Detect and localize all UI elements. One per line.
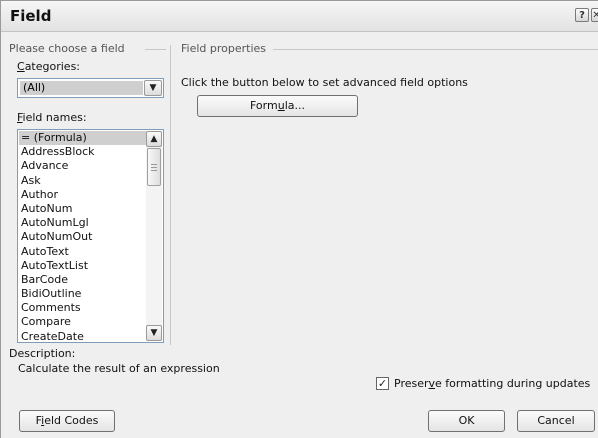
chevron-down-icon[interactable]: ▼ — [144, 80, 162, 96]
field-names-list[interactable]: = (Formula) AddressBlock Advance Ask Author A… — [17, 129, 164, 343]
list-item[interactable]: AutoText — [19, 245, 146, 259]
list-item[interactable]: AutoNum — [19, 202, 146, 216]
field-dialog: Field ? ✕ Please choose a field Categori… — [0, 0, 598, 438]
field-names-scrollbar[interactable]: ▲ ▼ — [146, 131, 162, 341]
list-item[interactable]: CreateDate — [19, 330, 146, 342]
ok-button[interactable]: OK — [428, 410, 505, 432]
categories-dropdown[interactable]: (All) ▼ — [17, 78, 164, 98]
arrow-down-icon[interactable]: ▼ — [146, 325, 162, 341]
description-label: Description: — [9, 347, 76, 360]
list-item[interactable]: = (Formula) — [19, 131, 146, 146]
formula-button[interactable]: Formula... — [197, 95, 358, 117]
list-item[interactable]: Comments — [19, 301, 146, 315]
categories-selected-value: (All) — [20, 81, 143, 95]
arrow-up-icon[interactable]: ▲ — [146, 131, 162, 147]
title-bar[interactable]: Field ? ✕ — [1, 1, 598, 32]
preserve-formatting-label[interactable]: Preserve formatting during updates — [394, 377, 590, 390]
field-codes-button[interactable]: Field Codes — [19, 410, 115, 432]
scrollbar-thumb[interactable] — [147, 148, 161, 186]
help-button[interactable]: ? — [575, 8, 589, 22]
list-item[interactable]: Compare — [19, 315, 146, 329]
list-item[interactable]: AutoNumLgl — [19, 216, 146, 230]
list-item[interactable]: Author — [19, 188, 146, 202]
checkmark-icon: ✓ — [377, 377, 388, 390]
list-item[interactable]: BarCode — [19, 273, 146, 287]
close-button[interactable]: ✕ — [591, 8, 598, 22]
field-properties-heading: Field properties — [181, 42, 267, 55]
description-text: Calculate the result of an expression — [18, 362, 220, 375]
choose-field-heading: Please choose a field — [9, 42, 125, 55]
list-item[interactable]: Ask — [19, 174, 146, 188]
dialog-title: Field — [10, 7, 52, 25]
list-item[interactable]: Advance — [19, 159, 146, 173]
cancel-button[interactable]: Cancel — [517, 410, 595, 432]
list-item[interactable]: AutoNumOut — [19, 230, 146, 244]
advanced-options-instruction: Click the button below to set advanced f… — [181, 76, 468, 89]
field-properties-divider — [273, 49, 598, 50]
list-item[interactable]: AutoTextList — [19, 259, 146, 273]
field-names-items: = (Formula) AddressBlock Advance Ask Author A… — [19, 131, 146, 342]
list-item[interactable]: BidiOutline — [19, 287, 146, 301]
preserve-formatting-checkbox[interactable]: ✓ — [376, 377, 389, 390]
choose-field-divider — [145, 49, 166, 50]
field-names-label: Field names: — [17, 111, 87, 124]
categories-label: Categories: — [17, 60, 81, 73]
group-separator — [170, 45, 171, 345]
list-item[interactable]: AddressBlock — [19, 145, 146, 159]
